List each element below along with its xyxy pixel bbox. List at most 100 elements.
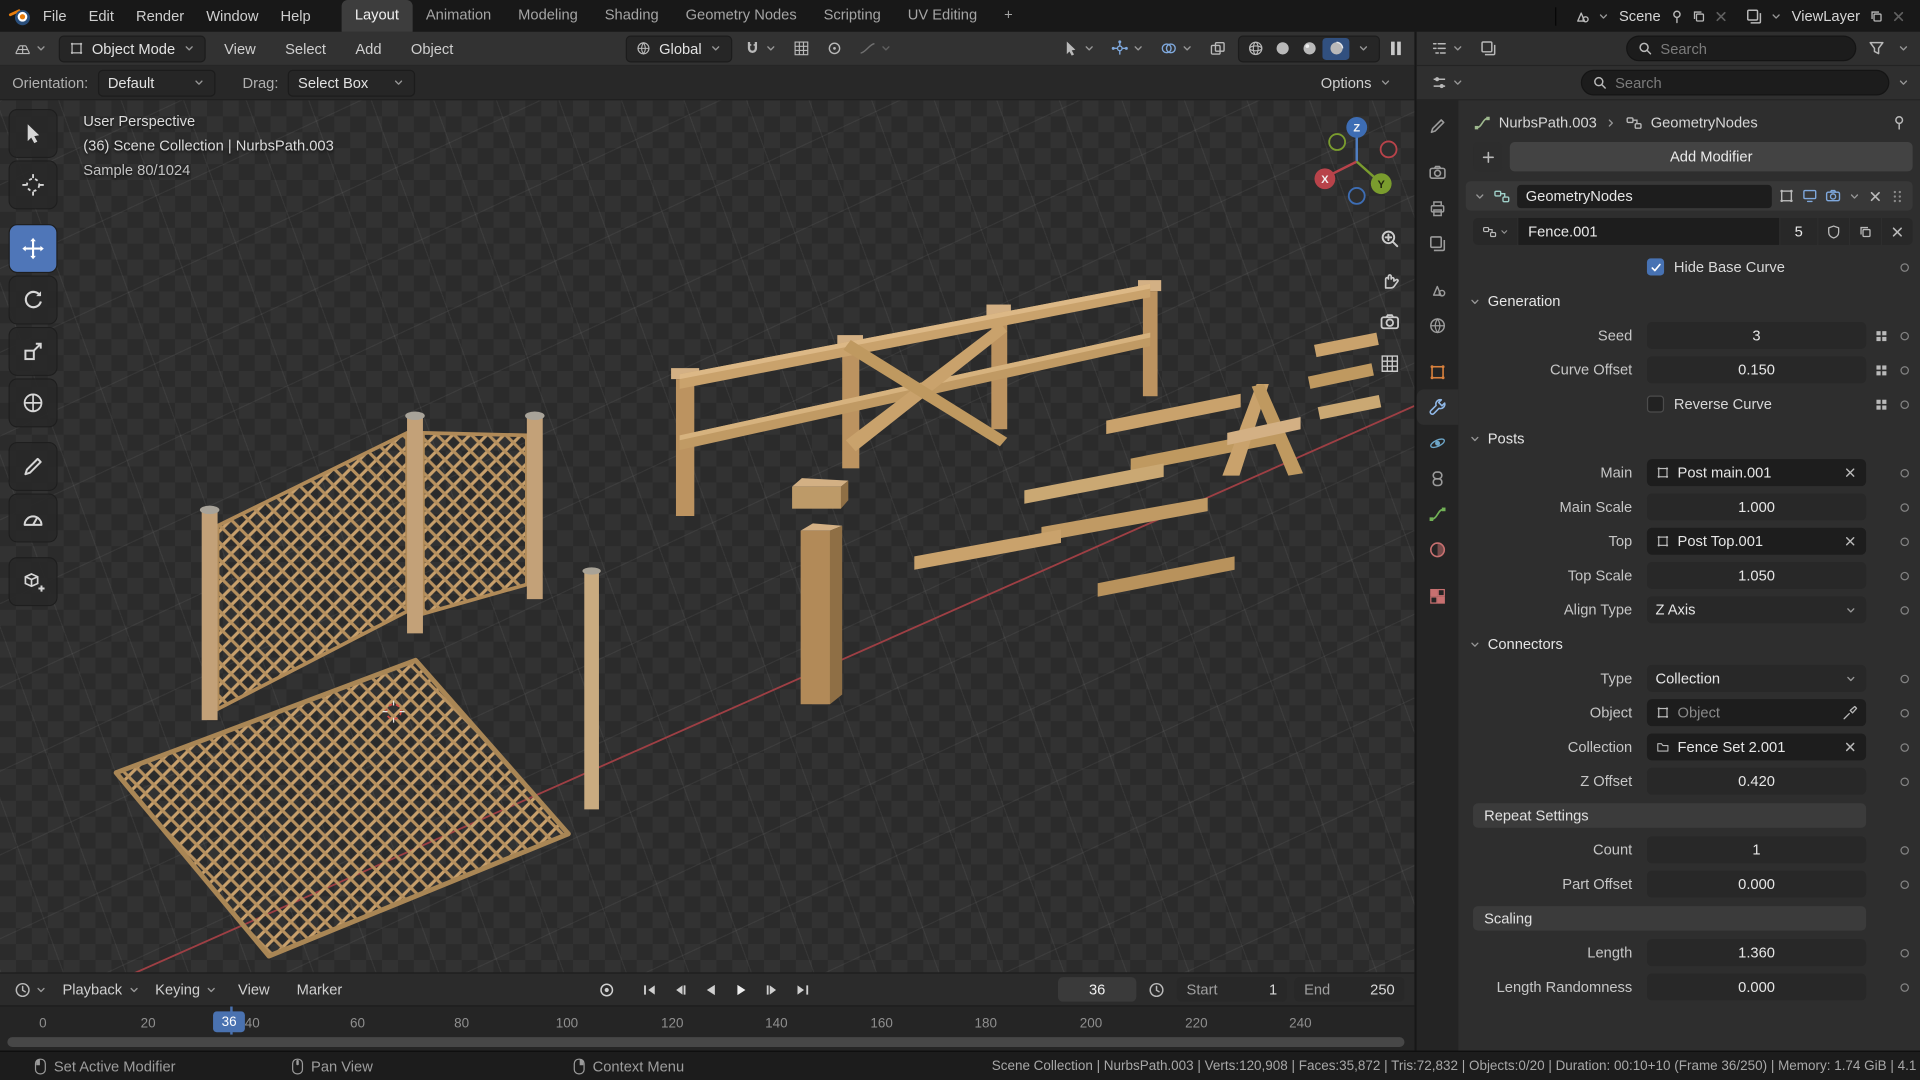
shading-solid-button[interactable]: [1269, 37, 1296, 59]
pause-render-button[interactable]: [1387, 39, 1404, 57]
tab-constraints[interactable]: [1417, 460, 1459, 496]
remove-viewlayer-icon[interactable]: [1891, 8, 1907, 24]
animate-decorator[interactable]: [1900, 777, 1909, 786]
animate-decorator[interactable]: [1900, 366, 1909, 375]
select-box-tool[interactable]: [10, 110, 57, 157]
fake-user-button[interactable]: [1818, 218, 1849, 245]
add-cube-tool[interactable]: [10, 558, 57, 605]
auto-keying-button[interactable]: [593, 978, 621, 1001]
section-connectors[interactable]: Connectors: [1468, 631, 1912, 658]
playhead-frame-badge[interactable]: 36: [213, 1011, 245, 1032]
clear-icon[interactable]: [1843, 740, 1858, 755]
tab-uv-editing[interactable]: UV Editing: [894, 0, 990, 32]
shading-material-button[interactable]: [1296, 37, 1323, 59]
tab-texture[interactable]: [1417, 578, 1459, 614]
current-frame-field[interactable]: 36: [1058, 977, 1136, 1001]
menu-render[interactable]: Render: [125, 7, 195, 24]
eyedropper-icon[interactable]: [1842, 705, 1858, 721]
expand-modifier-icon[interactable]: [1473, 189, 1486, 202]
animate-decorator[interactable]: [1900, 948, 1909, 957]
outliner-filter-button[interactable]: [1864, 37, 1890, 60]
tab-object[interactable]: [1417, 354, 1459, 390]
input-attribute-toggle-icon[interactable]: [1873, 362, 1889, 378]
proportional-falloff-dropdown[interactable]: [855, 37, 897, 60]
pin-scene-icon[interactable]: [1669, 8, 1685, 24]
chevron-down-icon[interactable]: [1897, 42, 1910, 55]
shading-rendered-button[interactable]: [1322, 37, 1349, 59]
new-viewlayer-icon[interactable]: [1869, 8, 1885, 24]
subpanel-scaling[interactable]: Scaling: [1473, 906, 1866, 930]
animate-decorator[interactable]: [1900, 674, 1909, 683]
tab-geometry-nodes[interactable]: Geometry Nodes: [672, 0, 810, 32]
modifier-extras-dropdown[interactable]: [1848, 189, 1861, 202]
view-menu[interactable]: View: [213, 40, 267, 57]
remove-modifier-icon[interactable]: [1867, 188, 1883, 204]
tab-object-data[interactable]: [1417, 496, 1459, 532]
drag-dropdown[interactable]: Select Box: [288, 69, 415, 96]
camera-view-button[interactable]: [1374, 306, 1406, 338]
pan-button[interactable]: [1374, 264, 1406, 296]
rotate-tool[interactable]: [10, 277, 57, 324]
properties-search-input[interactable]: [1615, 74, 1878, 91]
object-menu[interactable]: Object: [400, 40, 465, 57]
annotate-tool[interactable]: [10, 443, 57, 490]
previous-keyframe-button[interactable]: [666, 978, 694, 1001]
duplicate-data-button[interactable]: [1850, 218, 1881, 245]
edit-mode-display-toggle[interactable]: [1778, 187, 1795, 204]
keying-menu[interactable]: Keying: [149, 978, 222, 1000]
next-keyframe-button[interactable]: [758, 978, 786, 1001]
connector-object-field[interactable]: Object: [1647, 699, 1866, 726]
end-frame-field[interactable]: End 250: [1294, 977, 1404, 1001]
jump-to-end-button[interactable]: [789, 978, 817, 1001]
menu-help[interactable]: Help: [269, 7, 321, 24]
unlink-scene-icon[interactable]: [1713, 8, 1729, 24]
animate-decorator[interactable]: [1900, 743, 1909, 752]
play-reverse-button[interactable]: [697, 978, 725, 1001]
menu-edit[interactable]: Edit: [78, 7, 125, 24]
outliner-display-mode[interactable]: [1476, 37, 1502, 60]
top-post-object-field[interactable]: Post Top.001: [1647, 528, 1866, 555]
shading-wireframe-button[interactable]: [1242, 37, 1269, 59]
viewlayer-selector[interactable]: ViewLayer: [1739, 7, 1913, 25]
animate-decorator[interactable]: [1900, 983, 1909, 992]
tab-modifiers[interactable]: [1417, 389, 1459, 425]
timeline-ruler[interactable]: 0 20 40 60 80 100 120 140 160 180 200 22…: [0, 1005, 1414, 1034]
add-workspace-button[interactable]: +: [991, 0, 1027, 32]
move-tool[interactable]: [10, 225, 57, 272]
section-generation[interactable]: Generation: [1468, 288, 1912, 315]
connector-collection-field[interactable]: Fence Set 2.001: [1647, 733, 1866, 760]
3d-viewport[interactable]: User Perspective (36) Scene Collection |…: [0, 100, 1414, 972]
preview-range-toggle[interactable]: [1144, 978, 1170, 1001]
connector-type-dropdown[interactable]: Collection: [1647, 665, 1866, 692]
snap-settings-dropdown[interactable]: [789, 37, 815, 60]
select-menu[interactable]: Select: [274, 40, 337, 57]
measure-tool[interactable]: [10, 495, 57, 542]
tab-layout[interactable]: Layout: [341, 0, 412, 32]
breadcrumb-object[interactable]: NurbsPath.003: [1499, 114, 1597, 131]
add-modifier-plus-button[interactable]: [1473, 142, 1502, 171]
browse-node-group-button[interactable]: [1473, 218, 1517, 245]
timeline-scrollbar[interactable]: [7, 1037, 1404, 1047]
main-scale-field[interactable]: 1.000: [1647, 493, 1866, 520]
tab-modeling[interactable]: Modeling: [505, 0, 592, 32]
add-modifier-button[interactable]: Add Modifier: [1510, 142, 1913, 171]
length-randomness-field[interactable]: 0.000: [1647, 973, 1866, 1000]
modifier-name-field[interactable]: GeometryNodes: [1517, 184, 1772, 207]
tab-animation[interactable]: Animation: [412, 0, 504, 32]
blender-logo-icon[interactable]: [7, 6, 31, 27]
tab-view-layer[interactable]: [1417, 225, 1459, 261]
breadcrumb-modifier[interactable]: GeometryNodes: [1651, 114, 1758, 131]
options-dropdown[interactable]: Options: [1311, 69, 1402, 96]
start-frame-field[interactable]: Start 1: [1177, 977, 1287, 1001]
transform-orientation-dropdown[interactable]: Global: [626, 35, 732, 62]
transform-tool[interactable]: [10, 380, 57, 427]
scale-tool[interactable]: [10, 328, 57, 375]
tab-physics[interactable]: [1417, 425, 1459, 461]
input-attribute-toggle-icon[interactable]: [1873, 328, 1889, 344]
animate-decorator[interactable]: [1900, 503, 1909, 512]
menu-window[interactable]: Window: [195, 7, 269, 24]
timeline-view-menu[interactable]: View: [227, 981, 281, 998]
length-field[interactable]: 1.360: [1647, 939, 1866, 966]
properties-search[interactable]: [1581, 70, 1890, 96]
mode-dropdown[interactable]: Object Mode: [59, 35, 206, 62]
